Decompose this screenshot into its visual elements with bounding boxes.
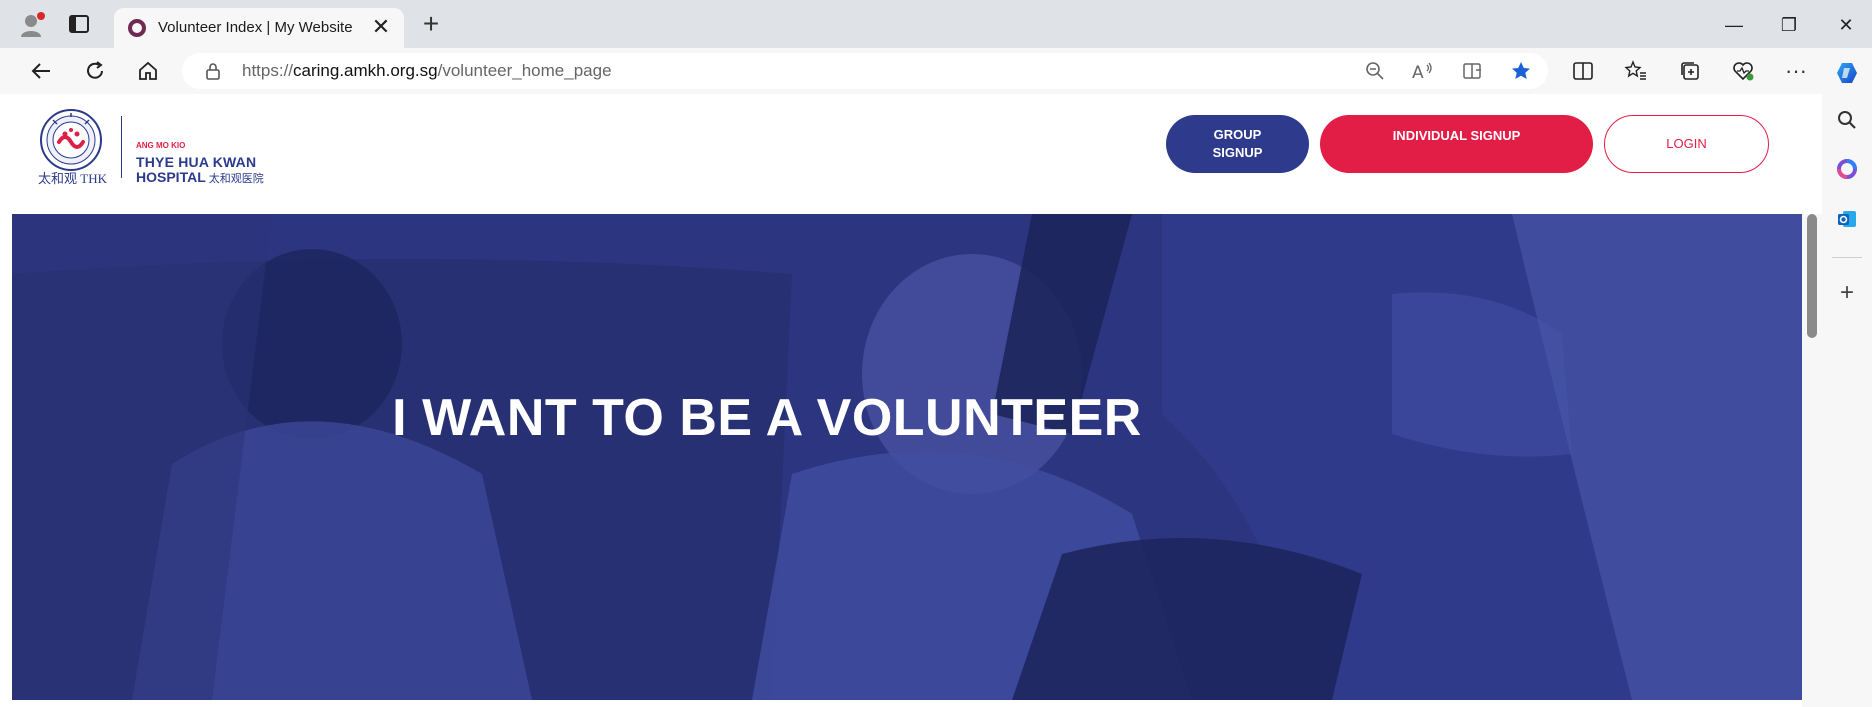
site-header: 太和观 THK ANG MO KIO THYE HUA KWAN HOSPITA… — [12, 94, 1802, 214]
back-icon[interactable] — [27, 57, 55, 85]
new-tab-button[interactable]: + — [416, 10, 446, 40]
microsoft-365-icon[interactable] — [1834, 156, 1860, 182]
web-page-viewport: 太和观 THK ANG MO KIO THYE HUA KWAN HOSPITA… — [12, 94, 1822, 707]
logo-thk-text: 太和观 THK — [38, 171, 107, 186]
favorite-star-icon[interactable] — [1508, 58, 1534, 84]
home-icon[interactable] — [134, 57, 162, 85]
individual-signup-label: INDIVIDUAL SIGNUP — [1392, 128, 1521, 143]
refresh-icon[interactable] — [81, 57, 109, 85]
tab-actions-icon[interactable] — [68, 13, 90, 35]
sidebar-divider — [1832, 257, 1862, 258]
window-restore-button[interactable]: ❐ — [1769, 8, 1809, 42]
group-signup-button[interactable]: GROUP SIGNUP — [1166, 115, 1309, 173]
logo-hospital-chinese-text: 太和观医院 — [208, 173, 264, 185]
browser-toolbar: https://caring.amkh.org.sg/volunteer_hom… — [0, 48, 1872, 94]
add-sidebar-app-icon[interactable]: + — [1834, 279, 1860, 306]
hero-background-image — [12, 214, 1802, 700]
browser-tab-strip: Volunteer Index | My Website ✕ + — ❐ ✕ — [0, 0, 1872, 48]
url-host: caring.amkh.org.sg — [293, 61, 438, 80]
logo-divider — [121, 116, 122, 178]
group-signup-label: GROUP SIGNUP — [1213, 126, 1263, 162]
split-screen-icon[interactable] — [1569, 57, 1597, 85]
url-prefix: https:// — [242, 61, 294, 80]
profile-icon[interactable] — [18, 10, 48, 40]
tab-close-button[interactable]: ✕ — [368, 14, 394, 40]
address-bar[interactable]: https://caring.amkh.org.sg/volunteer_hom… — [182, 53, 1548, 89]
copilot-icon[interactable] — [1834, 60, 1860, 86]
more-menu-icon[interactable]: ··· — [1782, 57, 1810, 85]
collections-icon[interactable] — [1676, 57, 1704, 85]
edge-sidebar: + — [1822, 63, 1872, 707]
window-close-button[interactable]: ✕ — [1826, 8, 1866, 42]
zoom-out-icon[interactable] — [1362, 58, 1388, 84]
login-label: LOGIN — [1666, 136, 1707, 151]
logo-hospital-text: HOSPITAL — [136, 169, 206, 185]
lock-icon[interactable] — [204, 62, 222, 80]
group-signup-label-line1: GROUP — [1213, 127, 1262, 142]
page-scrollbar[interactable] — [1802, 214, 1822, 707]
logo-ang-mo-kio-text: ANG MO KIO — [136, 141, 186, 150]
browser-tab-active[interactable]: Volunteer Index | My Website ✕ — [114, 8, 404, 48]
hospital-logo-emblem-icon[interactable] — [39, 108, 103, 172]
scrollbar-thumb[interactable] — [1807, 214, 1817, 338]
hero-banner: I WANT TO BE A VOLUNTEER — [12, 214, 1802, 700]
outlook-icon[interactable] — [1834, 206, 1860, 232]
tab-title: Volunteer Index | My Website — [158, 19, 353, 36]
login-button[interactable]: LOGIN — [1604, 115, 1769, 173]
svg-text:A: A — [1412, 63, 1424, 81]
immersive-reader-icon[interactable] — [1460, 58, 1486, 84]
hero-title: I WANT TO BE A VOLUNTEER — [392, 389, 1142, 447]
group-signup-label-line2: SIGNUP — [1212, 145, 1263, 160]
site-favicon-icon — [128, 19, 146, 37]
url-path: /volunteer_home_page — [437, 61, 612, 80]
read-aloud-icon[interactable]: A — [1410, 58, 1436, 84]
favorites-icon[interactable] — [1622, 57, 1650, 85]
browser-essentials-icon[interactable] — [1729, 57, 1757, 85]
logo-hospital-name-line2: HOSPITAL 太和观医院 — [136, 169, 264, 186]
search-icon[interactable] — [1834, 107, 1860, 133]
url-text[interactable]: https://caring.amkh.org.sg/volunteer_hom… — [242, 61, 612, 81]
individual-signup-button[interactable]: INDIVIDUAL SIGNUP — [1320, 115, 1593, 173]
logo-hospital-name-line1: THYE HUA KWAN — [136, 154, 257, 170]
window-minimize-button[interactable]: — — [1714, 8, 1754, 42]
